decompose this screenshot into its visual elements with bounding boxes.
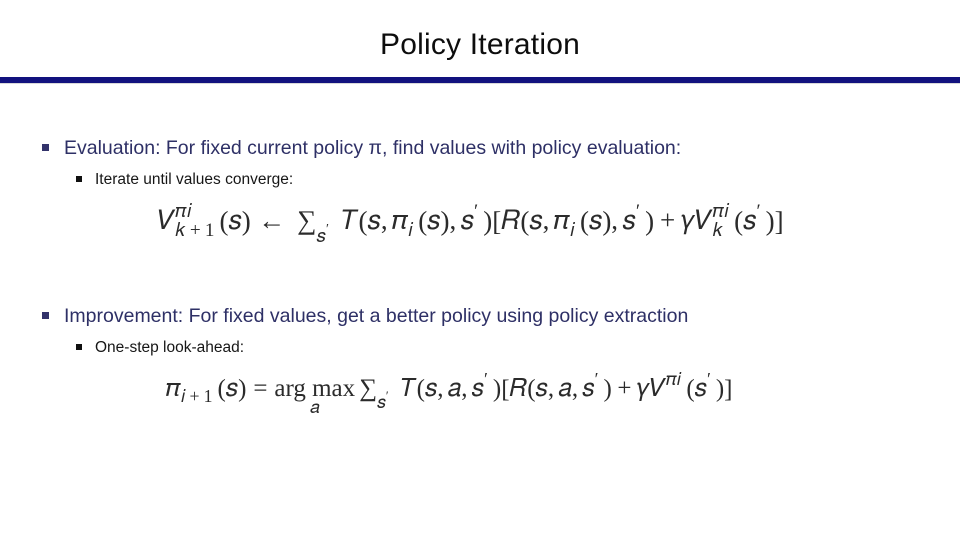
square-bullet-icon — [76, 337, 95, 358]
bullet-iterate-until-converge: Iterate until values converge: — [76, 169, 293, 190]
page-title: Policy Iteration — [380, 28, 580, 61]
equation-policy-evaluation: V k+1 πi ⁡ (s) ← ∑ s′ T (s, πi (s) ,s′) — [158, 201, 784, 252]
title-divider-shadow — [0, 83, 960, 84]
bullet-improvement: Improvement: For fixed values, get a bet… — [42, 303, 688, 329]
bullet-improvement-label: Improvement: For fixed values, get a bet… — [64, 305, 689, 327]
bullet-lookahead-label: One-step look-ahead: — [95, 339, 245, 356]
square-bullet-icon — [42, 135, 64, 161]
bullet-iterate-label: Iterate until values converge: — [95, 171, 294, 188]
square-bullet-icon — [42, 303, 64, 329]
bullet-evaluation: Evaluation: For fixed current policy π, … — [42, 135, 681, 161]
slide-body: Evaluation: For fixed current policy π, … — [0, 96, 960, 540]
square-bullet-icon — [76, 169, 95, 190]
equation-policy-extraction: π i+1 (s) = arg max a ∑ s′ T (s,a, s′) — [166, 369, 733, 418]
bullet-one-step-look-ahead: One-step look-ahead: — [76, 337, 244, 358]
bullet-evaluation-label: Evaluation: For fixed current policy π, … — [64, 137, 682, 159]
